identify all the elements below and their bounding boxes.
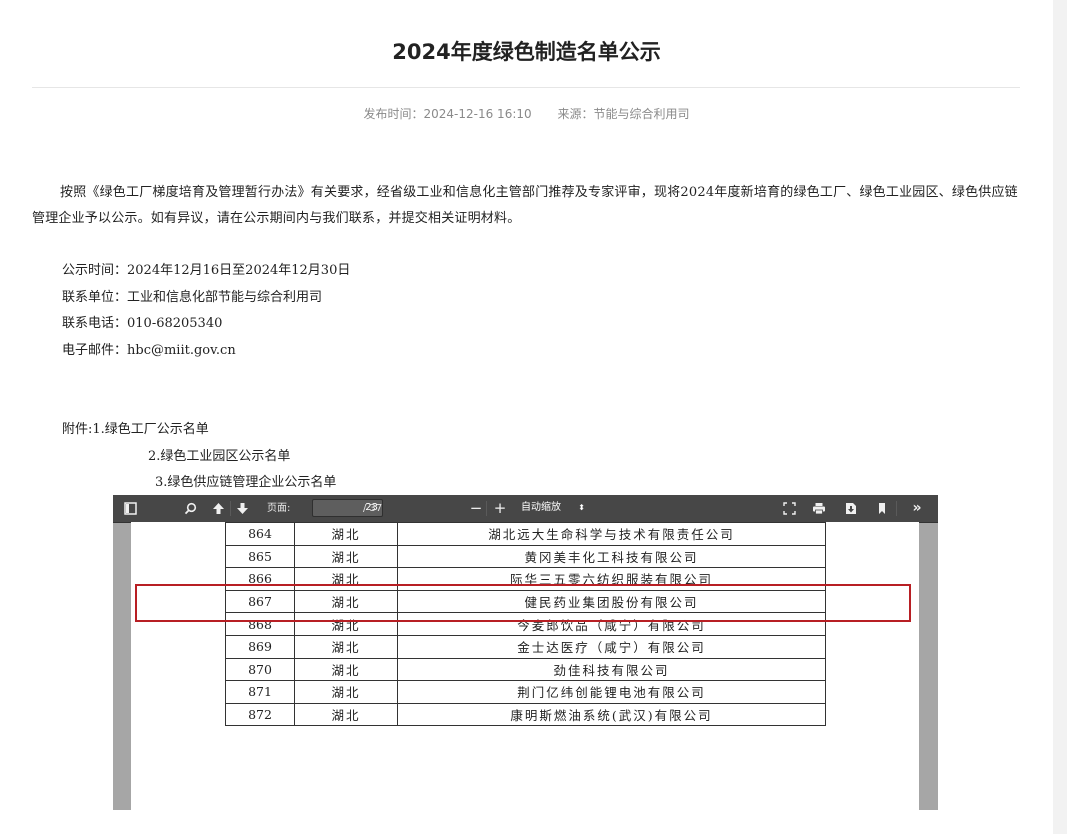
total-pages: / 37: [363, 503, 383, 514]
title-divider: [32, 87, 1020, 88]
row-province: 湖北: [294, 544, 398, 569]
row-company: 健民药业集团股份有限公司: [397, 589, 826, 614]
row-province: 湖北: [294, 680, 398, 704]
notice-period: 公示时间：2024年12月16日至2024年12月30日: [62, 263, 351, 278]
table-row: 870 湖北 劲佳科技有限公司: [225, 657, 826, 682]
toolbar-separator: [230, 501, 231, 516]
next-page-icon[interactable]: [233, 495, 251, 522]
contact-unit: 联系单位：工业和信息化部节能与综合利用司: [62, 289, 323, 305]
table-row: 864 湖北 湖北远大生命科学与技术有限责任公司: [225, 522, 826, 546]
row-province: 湖北: [294, 589, 398, 614]
page-title: 2024年度绿色制造名单公示: [392, 40, 661, 64]
print-icon[interactable]: [810, 495, 828, 522]
row-company: 今麦郎饮品（咸宁）有限公司: [397, 612, 826, 636]
table-row: 869 湖北 金士达医疗（咸宁）有限公司: [225, 634, 826, 659]
prev-page-icon[interactable]: [209, 495, 227, 522]
table-row: 872 湖北 康明斯燃油系统(武汉)有限公司: [225, 702, 826, 727]
contact-info: 公示时间：2024年12月16日至2024年12月30日 联系单位：工业和信息化…: [62, 258, 350, 364]
pdf-viewer[interactable]: 页面: 23 / 37 − + 自动缩放 ⬍ » 864 湖北 湖北远大生命科学与技…: [113, 495, 938, 810]
table-row: 867 湖北 健民药业集团股份有限公司: [225, 589, 826, 614]
row-company: 康明斯燃油系统(武汉)有限公司: [397, 702, 826, 727]
zoom-out-icon[interactable]: −: [468, 495, 484, 522]
row-number: 872: [225, 702, 295, 727]
article-body: 按照《绿色工厂梯度培育及管理暂行办法》有关要求，经省级工业和信息化主管部门推荐及…: [32, 185, 1018, 226]
attachment-1: 附件:1.绿色工厂公示名单: [62, 422, 209, 437]
row-number: 866: [225, 567, 295, 591]
row-number: 867: [225, 589, 295, 614]
download-icon[interactable]: [842, 495, 860, 522]
sidebar-toggle-icon[interactable]: [121, 495, 139, 522]
row-company: 湖北远大生命科学与技术有限责任公司: [397, 522, 826, 546]
page-label: 页面:: [267, 503, 291, 514]
row-province: 湖北: [294, 657, 398, 682]
fullscreen-icon[interactable]: [780, 495, 798, 522]
row-province: 湖北: [294, 567, 398, 591]
search-icon[interactable]: [181, 495, 199, 522]
toolbar-separator: [896, 501, 897, 516]
row-company: 黄冈美丰化工科技有限公司: [397, 544, 826, 569]
row-company: 际华三五零六纺织服装有限公司: [397, 567, 826, 591]
contact-email: 电子邮件：hbc@miit.gov.cn: [62, 342, 236, 358]
more-tools-icon[interactable]: »: [908, 495, 926, 522]
table-row: 871 湖北 荆门亿纬创能锂电池有限公司: [225, 680, 826, 704]
contact-phone: 联系电话：010-68205340: [62, 316, 223, 331]
toolbar-separator: [486, 501, 487, 516]
pdf-page: 864 湖北 湖北远大生命科学与技术有限责任公司 865 湖北 黄冈美丰化工科技有限公司 8…: [131, 522, 919, 810]
row-number: 869: [225, 634, 295, 659]
page-scrollbar[interactable]: [1053, 0, 1067, 834]
table-row: 866 湖北 际华三五零六纺织服装有限公司: [225, 567, 826, 591]
row-number: 865: [225, 544, 295, 569]
row-number: 868: [225, 612, 295, 636]
row-company: 金士达医疗（咸宁）有限公司: [397, 634, 826, 659]
row-province: 湖北: [294, 612, 398, 636]
attachment-3: 3.绿色供应链管理企业公示名单: [155, 475, 337, 490]
row-number: 871: [225, 680, 295, 704]
company-table: 864 湖北 湖北远大生命科学与技术有限责任公司 865 湖北 黄冈美丰化工科技有限公司 8…: [225, 522, 826, 727]
select-arrows-icon: ⬍: [578, 503, 585, 512]
zoom-select[interactable]: 自动缩放 ⬍: [517, 499, 597, 517]
row-province: 湖北: [294, 702, 398, 727]
bookmark-icon[interactable]: [873, 495, 891, 522]
row-province: 湖北: [294, 634, 398, 659]
row-number: 864: [225, 522, 295, 546]
pdf-toolbar: 页面: 23 / 37 − + 自动缩放 ⬍ »: [113, 495, 938, 523]
row-number: 870: [225, 657, 295, 682]
row-company: 劲佳科技有限公司: [397, 657, 826, 682]
row-province: 湖北: [294, 522, 398, 546]
zoom-value: 自动缩放: [521, 502, 561, 513]
publish-time: 发布时间：2024-12-16 16:10: [363, 107, 532, 121]
table-row: 865 湖北 黄冈美丰化工科技有限公司: [225, 544, 826, 569]
table-row: 868 湖北 今麦郎饮品（咸宁）有限公司: [225, 612, 826, 636]
zoom-in-icon[interactable]: +: [492, 495, 508, 522]
article-source: 来源：节能与综合利用司: [557, 107, 690, 121]
article-meta: 发布时间：2024-12-16 16:10 来源：节能与综合利用司: [0, 105, 1053, 122]
attachment-2: 2.绿色工业园区公示名单: [148, 449, 291, 464]
row-company: 荆门亿纬创能锂电池有限公司: [397, 680, 826, 704]
